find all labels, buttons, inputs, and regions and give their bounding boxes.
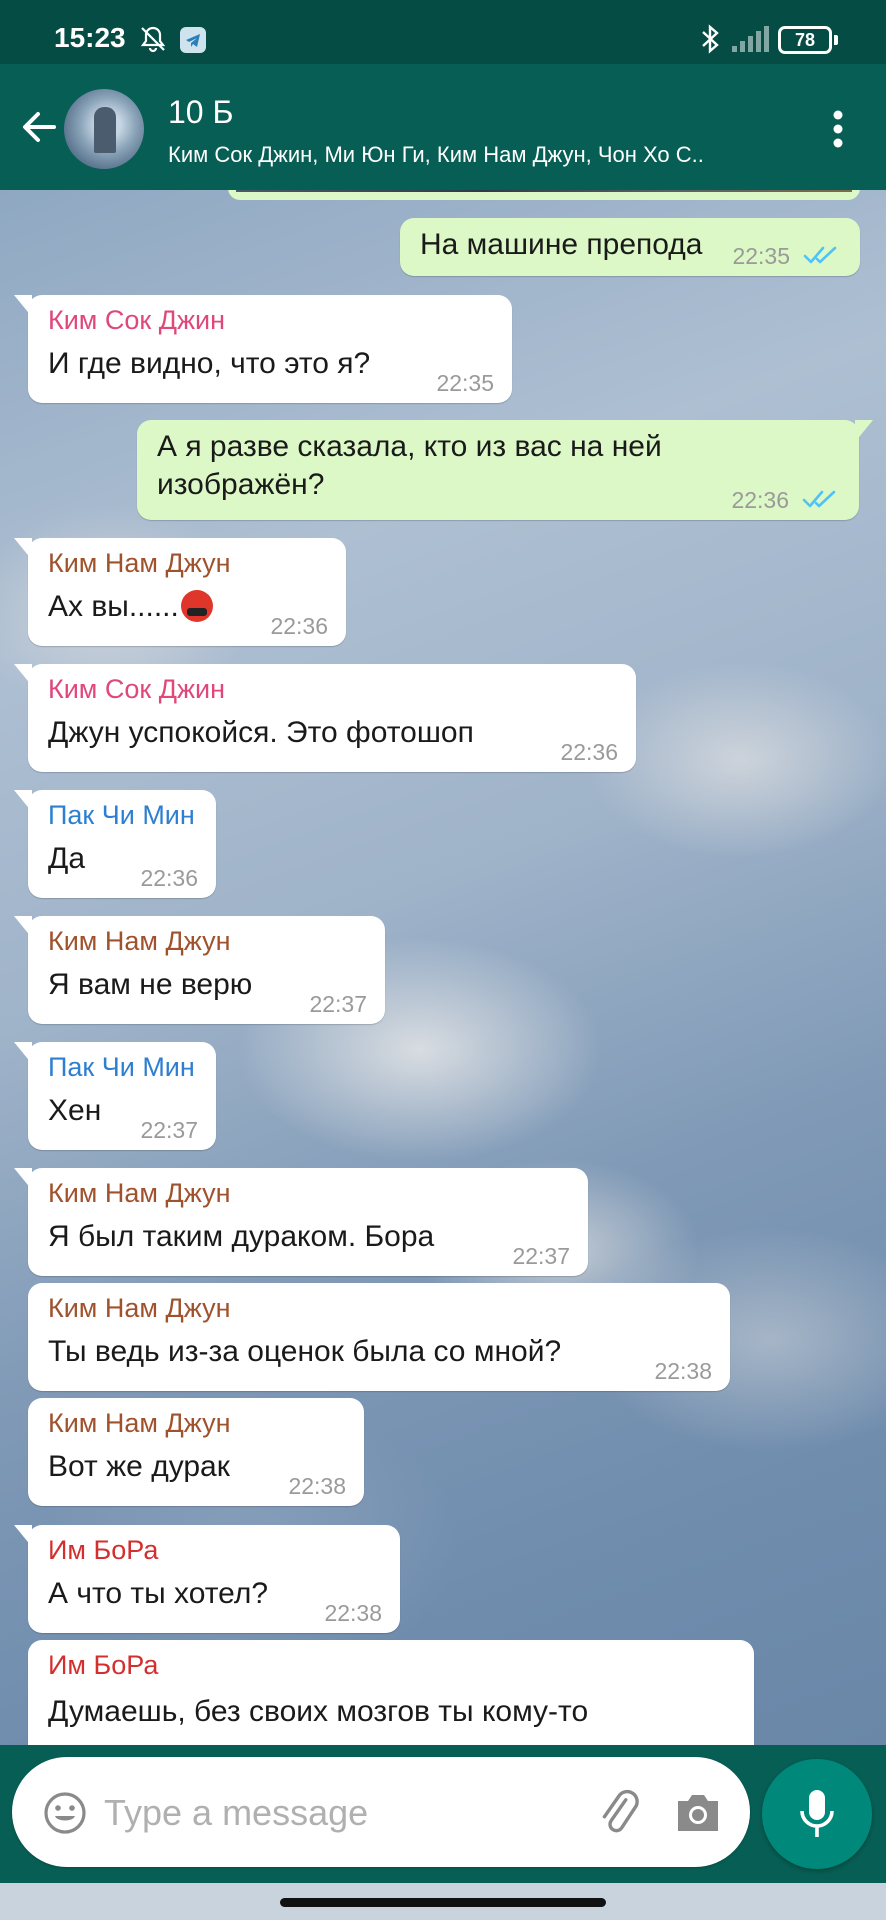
message-bubble-outgoing[interactable]: На машине препода 22:35 (400, 218, 860, 276)
message-text: И где видно, что это я? (48, 347, 371, 380)
attach-icon[interactable] (594, 1787, 646, 1839)
message-bubble-incoming[interactable]: Ким Сок Джин Джун успокойся. Это фотошоп… (14, 664, 636, 772)
sender-name[interactable]: Пак Чи Мин (48, 1052, 195, 1083)
message-text: Вот же дурак (48, 1450, 230, 1483)
bell-muted-icon (140, 26, 166, 53)
message-text: Я был таким дураком. Бора (48, 1220, 435, 1253)
home-indicator[interactable] (280, 1898, 606, 1907)
message-text: Джун успокойся. Это фотошоп (48, 716, 474, 749)
angry-face-emoji (180, 590, 213, 622)
message-bubble-outgoing[interactable]: А я разве сказала, кто из вас на ней изо… (137, 420, 873, 520)
message-text: А я разве сказала, кто из вас на ней изо… (157, 428, 717, 504)
mic-icon (800, 1790, 834, 1837)
message-time: 22:36 (731, 487, 789, 513)
image-message-partial[interactable] (228, 190, 860, 200)
sender-name[interactable]: Им БоРа (48, 1535, 158, 1566)
message-time: 22:38 (324, 1600, 382, 1626)
telegram-icon (180, 27, 206, 53)
sender-name[interactable]: Им БоРа (48, 1650, 158, 1681)
message-time: 22:36 (270, 613, 328, 639)
chat-title[interactable]: 10 Б (168, 94, 233, 131)
status-time: 15:23 (54, 22, 126, 53)
message-time: 22:35 (436, 370, 494, 396)
message-time: 22:35 (732, 243, 790, 269)
message-bubble-incoming[interactable]: Ким Нам Джун Я был таким дураком. Бора 2… (14, 1168, 588, 1276)
message-input[interactable] (104, 1785, 484, 1841)
battery-icon: 78 (778, 26, 832, 54)
sender-name[interactable]: Ким Сок Джин (48, 674, 225, 705)
battery-tip (834, 35, 838, 45)
mic-button[interactable] (762, 1759, 872, 1869)
message-bubble-incoming[interactable]: Им БоРа Думаешь, без своих мозгов ты ком… (28, 1640, 754, 1745)
message-text: Да (48, 842, 86, 875)
sender-name[interactable]: Ким Нам Джун (48, 926, 231, 957)
message-text: Ты ведь из-за оценок была со мной? (48, 1335, 562, 1368)
chat-members[interactable]: Ким Сок Джин, Ми Юн Ги, Ким Нам Джун, Чо… (168, 142, 768, 168)
message-bubble-incoming[interactable]: Им БоРа А что ты хотел? 22:38 (14, 1525, 400, 1633)
message-time: 22:37 (309, 991, 367, 1017)
message-time: 22:38 (654, 1358, 712, 1384)
back-arrow-icon[interactable] (14, 102, 64, 152)
more-vert-icon[interactable] (818, 104, 858, 154)
sender-name[interactable]: Ким Нам Джун (48, 1293, 231, 1324)
message-text: Думаешь, без своих мозгов ты кому-то (48, 1695, 589, 1728)
message-text-line: изображён? (157, 468, 325, 501)
message-text: На машине препода (420, 228, 703, 261)
emoji-icon[interactable] (42, 1790, 88, 1836)
sender-name[interactable]: Ким Нам Джун (48, 1408, 231, 1439)
message-text: Ах вы...... (48, 590, 213, 624)
message-text-line: А я разве сказала, кто из вас на ней (157, 430, 662, 463)
message-bubble-incoming[interactable]: Ким Сок Джин И где видно, что это я? 22:… (14, 295, 512, 403)
message-text-content: Ах вы...... (48, 590, 179, 623)
signal-icon (732, 26, 769, 52)
message-time: 22:36 (140, 865, 198, 891)
message-text: Я вам не верю (48, 968, 253, 1001)
message-bubble-incoming[interactable]: Ким Нам Джун Ах вы...... 22:36 (14, 538, 346, 646)
status-bar: 15:23 78 (0, 0, 886, 64)
double-check-icon (803, 246, 837, 264)
bluetooth-icon (702, 24, 719, 54)
camera-icon[interactable] (674, 1791, 722, 1835)
message-text: А что ты хотел? (48, 1577, 269, 1610)
message-list[interactable]: На машине препода 22:35 Ким Сок Джин И г… (0, 190, 886, 1745)
message-bubble-incoming[interactable]: Ким Нам Джун Вот же дурак 22:38 (28, 1398, 364, 1506)
message-time: 22:37 (512, 1243, 570, 1269)
message-composer (12, 1757, 750, 1867)
double-check-icon (802, 490, 836, 508)
message-time: 22:36 (560, 739, 618, 765)
battery-level: 78 (794, 29, 816, 50)
composer-bar (0, 1745, 886, 1920)
message-bubble-incoming[interactable]: Ким Нам Джун Ты ведь из-за оценок была с… (28, 1283, 730, 1391)
message-bubble-incoming[interactable]: Пак Чи Мин Хен 22:37 (14, 1042, 216, 1150)
sender-name[interactable]: Ким Нам Джун (48, 1178, 231, 1209)
message-time: 22:37 (140, 1117, 198, 1143)
message-bubble-incoming[interactable]: Ким Нам Джун Я вам не верю 22:37 (14, 916, 385, 1024)
message-time: 22:38 (288, 1473, 346, 1499)
message-bubble-incoming[interactable]: Пак Чи Мин Да 22:36 (14, 790, 216, 898)
group-avatar[interactable] (64, 89, 144, 169)
sender-name[interactable]: Пак Чи Мин (48, 800, 195, 831)
chat-header: 10 Б Ким Сок Джин, Ми Юн Ги, Ким Нам Джу… (0, 64, 886, 190)
sender-name[interactable]: Ким Нам Джун (48, 548, 231, 579)
message-text: Хен (48, 1094, 102, 1127)
sender-name[interactable]: Ким Сок Джин (48, 305, 225, 336)
